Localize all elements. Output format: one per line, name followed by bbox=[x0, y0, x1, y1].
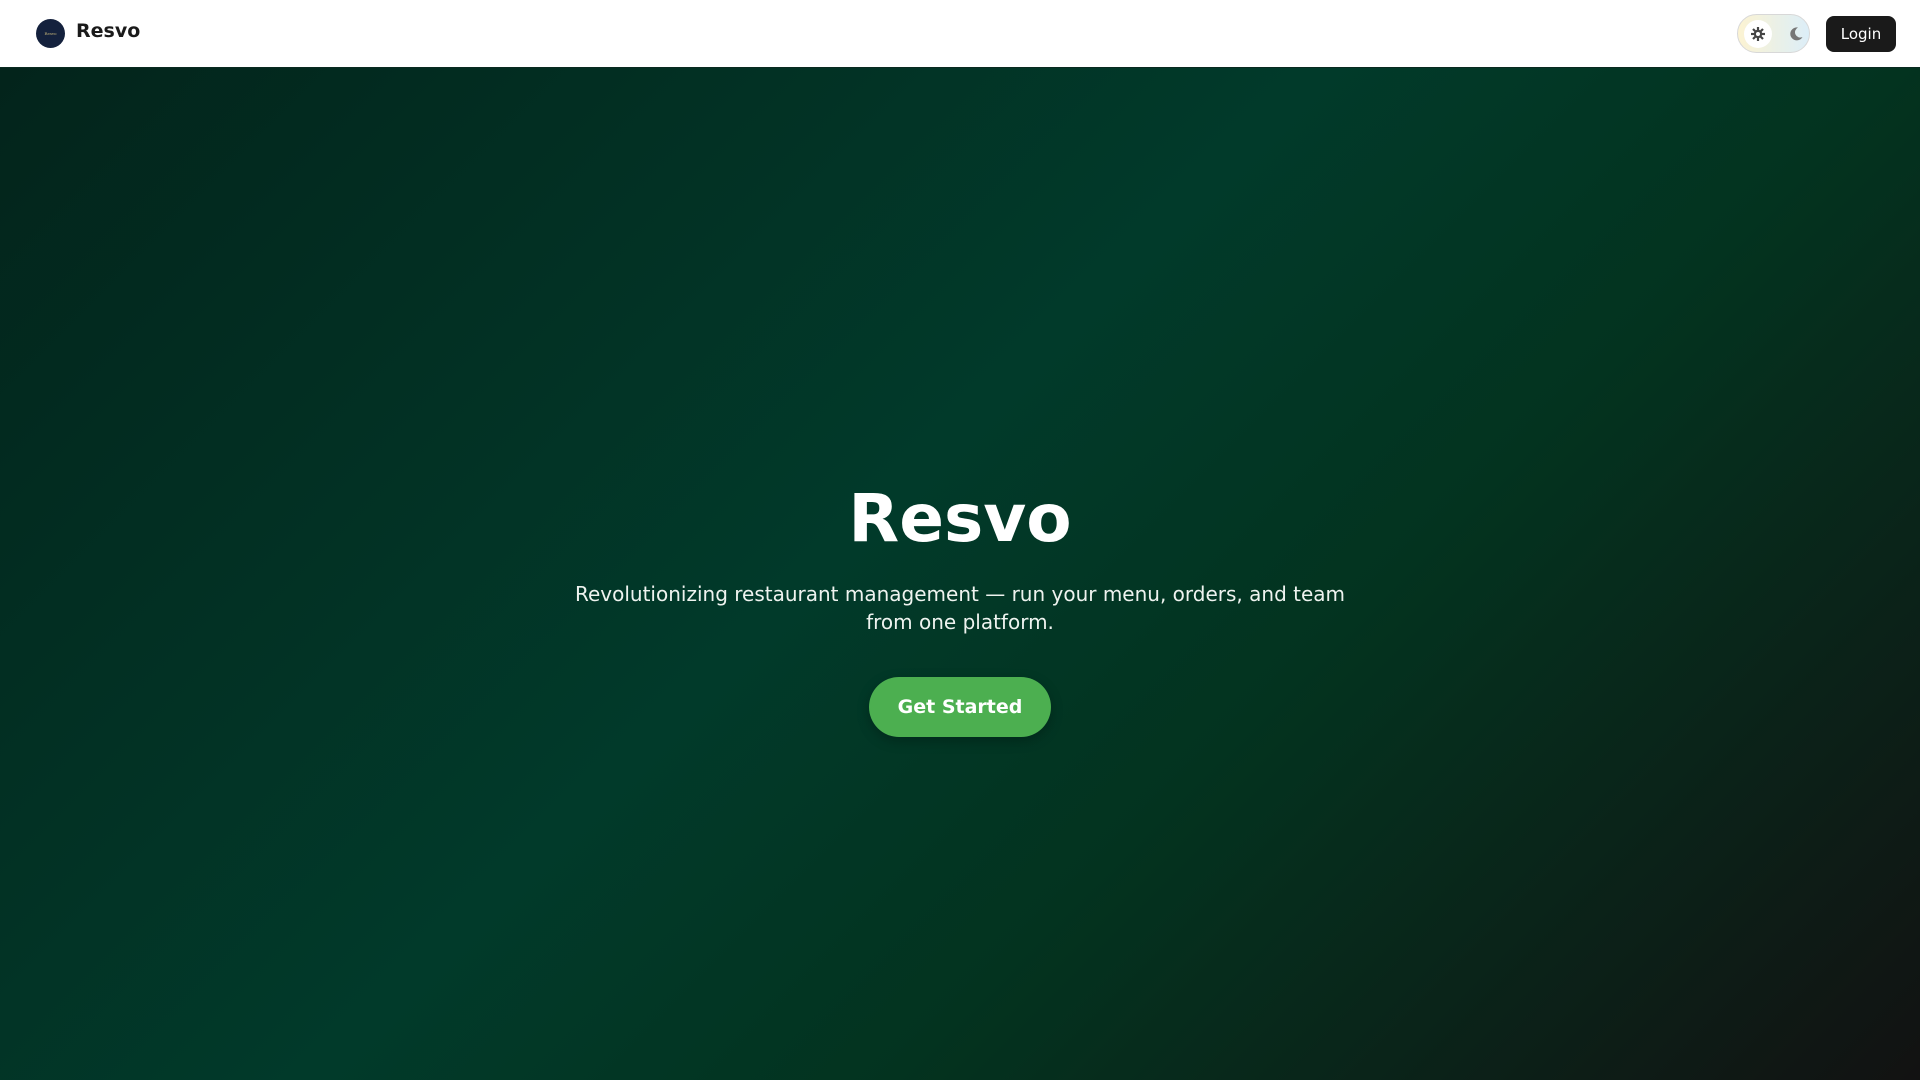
sun-icon[interactable] bbox=[1744, 20, 1772, 48]
get-started-button[interactable]: Get Started bbox=[869, 677, 1051, 737]
hero-subtitle: Revolutionizing restaurant management — … bbox=[574, 582, 1346, 634]
hero-section: Resvo Revolutionizing restaurant managem… bbox=[0, 68, 1920, 1080]
logo[interactable]: Resvo bbox=[36, 19, 65, 48]
logo-text: Resvo bbox=[44, 31, 57, 36]
hero-title: Resvo bbox=[848, 480, 1072, 557]
theme-toggle[interactable] bbox=[1737, 14, 1810, 53]
moon-icon[interactable] bbox=[1782, 20, 1810, 48]
login-button[interactable]: Login bbox=[1826, 16, 1896, 52]
brand-name[interactable]: Resvo bbox=[76, 20, 140, 42]
top-navbar: Resvo Resvo Login bbox=[0, 0, 1920, 68]
